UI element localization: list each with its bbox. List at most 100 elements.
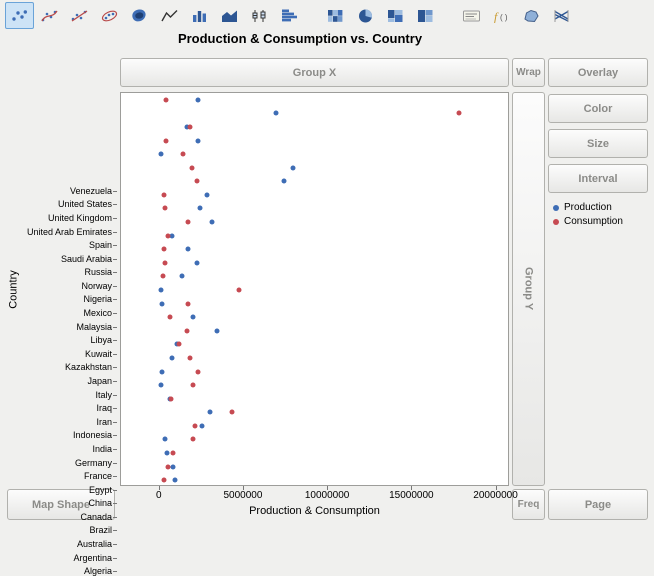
production-point[interactable]	[199, 423, 204, 428]
drop-zone-page[interactable]: Page	[548, 489, 648, 520]
y-tick-mark	[113, 245, 117, 246]
line-of-fit-icon[interactable]	[65, 2, 94, 29]
consumption-point[interactable]	[188, 355, 193, 360]
caption-box-icon[interactable]	[457, 2, 486, 29]
mosaic-icon[interactable]	[381, 2, 410, 29]
production-point[interactable]	[186, 247, 191, 252]
production-point[interactable]	[191, 315, 196, 320]
y-tick-label: Russia	[84, 267, 112, 277]
formula-icon[interactable]: f( )	[487, 2, 516, 29]
drop-zone-group-y[interactable]: Group Y	[512, 92, 545, 486]
drop-zone-color[interactable]: Color	[548, 94, 648, 123]
consumption-point[interactable]	[181, 152, 186, 157]
heatmap-icon[interactable]	[321, 2, 350, 29]
production-point[interactable]	[172, 478, 177, 483]
legend-label: Production	[564, 202, 612, 213]
drop-zone-overlay[interactable]: Overlay	[548, 58, 648, 87]
y-tick-mark	[113, 435, 117, 436]
production-point[interactable]	[282, 179, 287, 184]
plot-area[interactable]	[120, 92, 509, 486]
points-icon[interactable]	[5, 2, 34, 29]
production-point[interactable]	[160, 301, 165, 306]
drop-zone-wrap-label: Wrap	[516, 67, 541, 78]
production-point[interactable]	[214, 328, 219, 333]
consumption-point[interactable]	[236, 288, 241, 293]
drop-zone-size[interactable]: Size	[548, 129, 648, 158]
consumption-point[interactable]	[190, 383, 195, 388]
y-tick-label: Algeria	[84, 566, 112, 576]
ellipse-icon[interactable]	[95, 2, 124, 29]
production-point[interactable]	[158, 152, 163, 157]
production-point[interactable]	[196, 97, 201, 102]
contour-icon[interactable]	[125, 2, 154, 29]
consumption-point[interactable]	[162, 247, 167, 252]
drop-zone-group-x[interactable]: Group X	[120, 58, 509, 87]
chart-type-toolbar: f( )	[5, 2, 577, 29]
production-point[interactable]	[165, 451, 170, 456]
production-point[interactable]	[208, 410, 213, 415]
production-point[interactable]	[209, 220, 214, 225]
y-tick-mark	[113, 259, 117, 260]
area-icon[interactable]	[215, 2, 244, 29]
y-tick-mark	[113, 354, 117, 355]
pie-icon[interactable]	[351, 2, 380, 29]
consumption-point[interactable]	[177, 342, 182, 347]
consumption-point[interactable]	[171, 451, 176, 456]
production-point[interactable]	[198, 206, 203, 211]
consumption-point[interactable]	[191, 437, 196, 442]
line-icon[interactable]	[155, 2, 184, 29]
production-point[interactable]	[179, 274, 184, 279]
consumption-point[interactable]	[189, 165, 194, 170]
consumption-point[interactable]	[186, 220, 191, 225]
production-point[interactable]	[170, 355, 175, 360]
drop-zone-wrap[interactable]: Wrap	[512, 58, 545, 87]
box-plot-icon[interactable]	[245, 2, 274, 29]
consumption-point[interactable]	[230, 410, 235, 415]
consumption-point[interactable]	[166, 464, 171, 469]
consumption-point[interactable]	[161, 274, 166, 279]
legend: ProductionConsumption	[553, 202, 623, 230]
svg-text:f: f	[494, 9, 499, 23]
production-point[interactable]	[273, 111, 278, 116]
bar-icon[interactable]	[185, 2, 214, 29]
production-point[interactable]	[159, 288, 164, 293]
consumption-point[interactable]	[161, 192, 166, 197]
consumption-point[interactable]	[163, 260, 168, 265]
consumption-point[interactable]	[162, 206, 167, 211]
consumption-point[interactable]	[161, 478, 166, 483]
x-tick-label: 5000000	[223, 490, 262, 501]
consumption-point[interactable]	[457, 111, 462, 116]
x-tick-label: 0	[156, 490, 162, 501]
consumption-point[interactable]	[167, 315, 172, 320]
legend-item: Production	[553, 202, 623, 213]
y-tick-label: Iran	[96, 417, 112, 427]
drop-zone-interval[interactable]: Interval	[548, 164, 648, 193]
consumption-point[interactable]	[166, 233, 171, 238]
production-point[interactable]	[204, 192, 209, 197]
map-shape-icon[interactable]	[517, 2, 546, 29]
y-tick-label: United Kingdom	[48, 213, 112, 223]
production-point[interactable]	[194, 260, 199, 265]
production-point[interactable]	[171, 464, 176, 469]
production-point[interactable]	[290, 165, 295, 170]
y-tick-mark	[113, 395, 117, 396]
consumption-point[interactable]	[196, 369, 201, 374]
smoother-icon[interactable]	[35, 2, 64, 29]
consumption-point[interactable]	[188, 124, 193, 129]
production-point[interactable]	[160, 369, 165, 374]
parallel-icon[interactable]	[547, 2, 576, 29]
consumption-point[interactable]	[194, 179, 199, 184]
production-point[interactable]	[196, 138, 201, 143]
consumption-point[interactable]	[164, 97, 169, 102]
production-point[interactable]	[158, 383, 163, 388]
y-tick-mark	[113, 191, 117, 192]
consumption-point[interactable]	[185, 301, 190, 306]
consumption-point[interactable]	[164, 138, 169, 143]
production-point[interactable]	[162, 437, 167, 442]
histogram-icon[interactable]	[275, 2, 304, 29]
treemap-icon[interactable]	[411, 2, 440, 29]
consumption-point[interactable]	[184, 328, 189, 333]
consumption-point[interactable]	[168, 396, 173, 401]
consumption-point[interactable]	[193, 423, 198, 428]
y-tick-label: Italy	[95, 390, 112, 400]
